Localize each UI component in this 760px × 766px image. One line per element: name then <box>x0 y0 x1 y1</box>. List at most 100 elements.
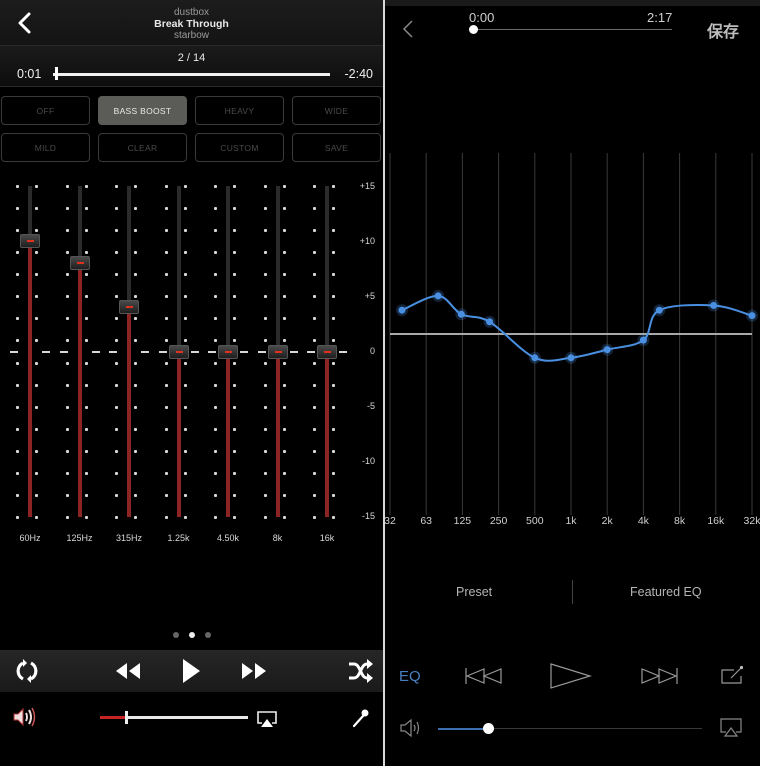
repeat-button[interactable] <box>13 658 41 684</box>
grid-dot <box>16 339 19 343</box>
preset-clear-button[interactable]: CLEAR <box>98 133 187 162</box>
airplay-button[interactable] <box>720 718 742 738</box>
grid-dot <box>282 449 286 453</box>
back-button[interactable] <box>401 18 415 40</box>
grid-dot <box>282 493 286 497</box>
eq-band-slider[interactable]: 315Hz <box>109 180 149 550</box>
volume-thumb[interactable] <box>125 711 129 724</box>
fast-forward-button[interactable] <box>240 658 268 684</box>
preset-wide-button[interactable]: WIDE <box>292 96 381 125</box>
grid-dot <box>134 405 137 409</box>
seek-bar[interactable] <box>53 67 330 80</box>
eq-button[interactable]: EQ <box>399 668 421 685</box>
save-button[interactable]: 保存 <box>707 18 739 42</box>
grid-dot <box>282 471 286 475</box>
seek-thumb[interactable] <box>54 67 58 80</box>
eq-control-point[interactable] <box>398 306 406 314</box>
grid-dot <box>115 361 118 365</box>
preset-save-button[interactable]: SAVE <box>292 133 381 162</box>
eq-control-point[interactable] <box>486 318 494 326</box>
grid-dot <box>134 229 137 233</box>
rewind-button[interactable] <box>114 658 142 684</box>
eq-control-point[interactable] <box>603 346 611 354</box>
eq-band-slider[interactable]: 4.50k <box>208 180 248 550</box>
zero-marker <box>141 350 149 353</box>
volume-fill <box>438 727 489 730</box>
grid-dot <box>115 471 118 475</box>
eq-control-point[interactable] <box>457 310 465 318</box>
graphic-equalizer: +15 +10 +5 0 -5 -10 -15 60Hz 125Hz 315Hz 1.… <box>0 180 383 550</box>
preset-heavy-button[interactable]: HEAVY <box>195 96 284 125</box>
preset-custom-button[interactable]: CUSTOM <box>195 133 284 162</box>
grid-dot <box>332 229 335 233</box>
tab-preset[interactable]: Preset <box>456 585 492 599</box>
play-button[interactable] <box>550 663 593 694</box>
volume-thumb[interactable] <box>483 723 495 734</box>
play-button[interactable] <box>177 658 205 684</box>
grid-dot <box>183 229 187 233</box>
share-button[interactable] <box>720 665 744 690</box>
mute-button[interactable] <box>12 706 38 728</box>
previous-button[interactable] <box>465 667 503 690</box>
mute-button[interactable] <box>400 717 422 739</box>
db-label: -10 <box>361 456 375 466</box>
tab-featured-eq[interactable]: Featured EQ <box>630 585 702 599</box>
eq-band-thumb[interactable] <box>119 300 139 315</box>
next-button[interactable] <box>641 667 679 690</box>
seek-thumb[interactable] <box>469 25 478 34</box>
eq-band-slider[interactable]: 8k <box>257 180 298 550</box>
eq-band-thumb[interactable] <box>267 344 288 359</box>
now-playing-header: dustbox Break Through starbow <box>0 0 383 46</box>
tab-divider <box>572 580 573 604</box>
grid-dot <box>214 229 217 233</box>
volume-slider[interactable] <box>100 711 248 724</box>
eq-control-point[interactable] <box>710 301 718 309</box>
microphone-button[interactable] <box>352 708 370 728</box>
slider-track-lower <box>226 351 230 517</box>
grid-dot <box>263 405 267 409</box>
eq-control-point[interactable] <box>748 312 756 320</box>
grid-dot <box>332 449 335 453</box>
page-dot[interactable] <box>188 632 195 638</box>
grid-dot <box>183 251 187 255</box>
grid-dot <box>183 339 187 343</box>
eq-curve-chart[interactable]: 32 63 125 250 500 1k 2k 4k 8k 16k 32k <box>385 150 760 540</box>
seek-bar[interactable] <box>469 25 672 34</box>
grid-dot <box>282 405 286 409</box>
share-icon <box>721 665 744 684</box>
preset-bass-boost-button[interactable]: BASS BOOST <box>98 96 187 125</box>
eq-control-point[interactable] <box>639 336 647 344</box>
grid-dot <box>214 471 217 475</box>
shuffle-button[interactable] <box>346 658 374 684</box>
eq-band-thumb[interactable] <box>69 256 90 271</box>
eq-band-thumb[interactable] <box>20 234 40 249</box>
volume-slider[interactable] <box>438 723 702 734</box>
grid-dot <box>183 516 187 519</box>
eq-control-point[interactable] <box>434 292 442 300</box>
slider-track-upper <box>176 186 181 352</box>
preset-mild-button[interactable]: MILD <box>1 133 90 162</box>
eq-control-point[interactable] <box>531 354 539 362</box>
eq-band-thumb[interactable] <box>168 344 189 359</box>
eq-band-slider[interactable]: 60Hz <box>10 180 50 550</box>
page-dot[interactable] <box>172 632 179 638</box>
grid-dot <box>183 405 187 409</box>
grid-dot <box>313 493 316 497</box>
eq-control-point[interactable] <box>567 354 575 362</box>
slider-track-lower <box>28 241 32 517</box>
grid-dot <box>332 427 335 431</box>
eq-control-point[interactable] <box>655 306 663 314</box>
eq-band-slider[interactable]: 125Hz <box>59 180 100 550</box>
grid-dot <box>214 361 217 365</box>
eq-band-slider[interactable]: 1.25k <box>158 180 199 550</box>
airplay-button[interactable] <box>256 710 278 728</box>
grid-dot <box>313 361 316 365</box>
grid-dot <box>134 295 137 299</box>
eq-band-thumb[interactable] <box>317 344 337 359</box>
preset-off-button[interactable]: OFF <box>1 96 90 125</box>
eq-band-slider[interactable]: 16k <box>307 180 347 550</box>
page-dot[interactable] <box>204 632 211 638</box>
grid-dot <box>214 295 217 299</box>
grid-dot <box>313 207 316 211</box>
eq-band-thumb[interactable] <box>218 344 238 359</box>
